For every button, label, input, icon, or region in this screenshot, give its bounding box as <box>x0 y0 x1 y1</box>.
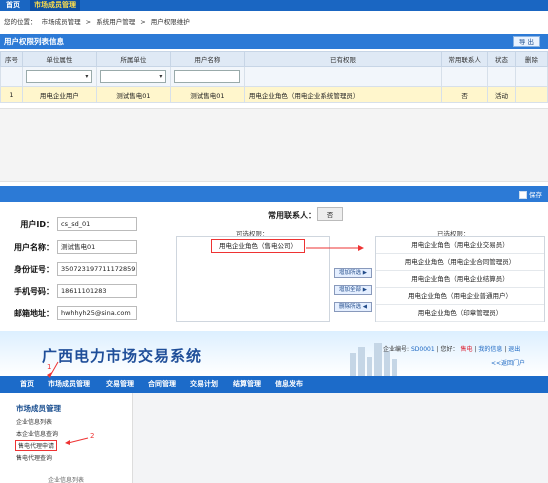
breadcrumb-l1[interactable]: 市场成员管理 <box>42 18 81 26</box>
list-panel-header: 用户权限列表信息 导 出 <box>0 34 548 49</box>
add-all-button[interactable]: 增加全部 ▶ <box>334 285 372 295</box>
chosen-permission-item[interactable]: 用电企业角色（用电企业合同管理员） <box>376 254 544 271</box>
nav-home[interactable]: 首页 <box>6 0 20 11</box>
portal-nav-contracts[interactable]: 合同管理 <box>148 376 176 393</box>
user-no: SD0001 <box>410 346 435 353</box>
annotation-arrow-2 <box>65 437 89 445</box>
menu-item-agent-apply[interactable]: 售电代理申请 <box>15 440 58 451</box>
cell-no: 1 <box>0 86 23 103</box>
cell-delete[interactable] <box>515 86 548 103</box>
col-unit: 所属单位 <box>95 51 171 67</box>
portal-nav-info[interactable]: 信息发布 <box>275 376 303 393</box>
cell-permissions: 用电企业角色（用电企业系统管理员） <box>243 86 443 103</box>
contact-label: 常用联系人： <box>268 211 316 220</box>
user-id-label: 用户ID： <box>20 220 54 229</box>
email-label: 邮箱地址： <box>14 309 54 318</box>
back-to-portal-link[interactable]: <<返回门户 <box>491 358 525 367</box>
empty-table-area <box>0 108 548 182</box>
filter-row: ▾ ▾ <box>0 66 548 87</box>
permission-table: 序号 单位属性 所属单位 用户名称 已有权限 常用联系人 状态 删除 ▾ ▾ 1… <box>0 51 548 103</box>
add-selected-button[interactable]: 增加所选 ▶ <box>334 268 372 278</box>
portal-nav-trading-plan[interactable]: 交易计划 <box>190 376 218 393</box>
save-label: 保存 <box>529 191 542 199</box>
user-name-label: 用户名称： <box>14 243 54 252</box>
unit-select[interactable]: ▾ <box>100 70 167 83</box>
city-skyline-graphic <box>350 343 397 376</box>
partial-menu-item: 企业信息列表 <box>48 477 85 483</box>
user-info: 企业编号: SD0001 | 您好： 售电 | 我的信息 | 退出 <box>383 346 521 353</box>
chosen-permission-item[interactable]: 用电企业角色（印章管理员） <box>376 305 544 322</box>
logout-link[interactable]: 退出 <box>508 346 520 353</box>
user-id-field[interactable]: cs_sd_01 <box>57 217 137 231</box>
id-number-field[interactable]: 350723197711172859 <box>57 262 137 276</box>
breadcrumb-sep: > <box>140 18 146 26</box>
current-user: 售电 <box>460 346 473 353</box>
portal-nav-home[interactable]: 首页 <box>20 376 34 393</box>
user-no-label: 企业编号: <box>383 346 410 353</box>
portal-nav-settlement[interactable]: 结算管理 <box>233 376 261 393</box>
cell-unit-attr: 用电企业用户 <box>21 86 97 103</box>
menu-item-agent-query[interactable]: 售电代理查询 <box>16 453 52 462</box>
cell-unit: 测试售电01 <box>95 86 171 103</box>
menu-item-company-list[interactable]: 企业信息列表 <box>16 417 52 426</box>
portal-nav: 首页 市场成员管理 交易管理 合同管理 交易计划 结算管理 信息发布 <box>0 376 548 393</box>
user-name-filter-input[interactable] <box>174 70 241 83</box>
id-number-label: 身份证号： <box>14 265 54 274</box>
chosen-permission-item[interactable]: 用电企业角色（用电企业普通用户） <box>376 288 544 305</box>
portal-title: 广西电力市场交易系统 <box>42 347 203 365</box>
cell-user-name: 测试售电01 <box>169 86 245 103</box>
remove-selected-button[interactable]: 删除所选 ◀ <box>334 302 372 312</box>
available-permission-item[interactable]: 用电企业角色（售电公司） <box>211 239 305 253</box>
portal-banner: 广西电力市场交易系统 企业编号: SD0001 | 您好： 售电 | 我的信息 … <box>0 331 548 376</box>
chosen-permissions-list: 用电企业角色（用电企业交易员） 用电企业角色（用电企业合同管理员） 用电企业角色… <box>375 236 545 322</box>
top-nav: 首页 市场成员管理 <box>0 0 548 11</box>
phone-label: 手机号码： <box>14 287 54 296</box>
export-button[interactable]: 导 出 <box>512 36 540 47</box>
annotation-marker-1: 1 <box>47 363 52 371</box>
email-field[interactable]: hwhhyh25@sina.com <box>57 306 137 320</box>
content-area <box>132 393 548 483</box>
phone-field[interactable]: 18611101283 <box>57 284 137 298</box>
floppy-disk-icon <box>519 191 527 199</box>
breadcrumb: 您的位置： 市场成员管理 > 系统用户管理 > 用户权限维护 <box>0 14 548 31</box>
breadcrumb-l2[interactable]: 系统用户管理 <box>96 18 135 26</box>
annotation-arrow <box>306 245 364 251</box>
form-toolbar: 保存 <box>0 186 548 202</box>
col-user-name: 用户名称 <box>169 51 245 67</box>
cell-status: 活动 <box>487 86 517 103</box>
col-permissions: 已有权限 <box>243 51 443 67</box>
menu-title: 市场成员管理 <box>16 404 61 413</box>
breadcrumb-prefix: 您的位置： <box>4 18 37 26</box>
menu-item-own-company[interactable]: 本企业信息查询 <box>16 429 58 438</box>
unit-attr-select[interactable]: ▾ <box>26 70 93 83</box>
col-unit-attr: 单位属性 <box>21 51 97 67</box>
chevron-down-icon: ▾ <box>85 73 89 80</box>
col-status: 状态 <box>487 51 517 67</box>
save-button[interactable]: 保存 <box>519 189 542 199</box>
chosen-permission-item[interactable]: 用电企业角色（用电企业交易员） <box>376 237 544 254</box>
annotation-marker-2: 2 <box>90 432 95 440</box>
chosen-permission-item[interactable]: 用电企业角色（用电企业结算员） <box>376 271 544 288</box>
user-name-field[interactable]: 测试售电01 <box>57 240 137 254</box>
col-contact: 常用联系人 <box>441 51 489 67</box>
nav-market-members[interactable]: 市场成员管理 <box>30 0 80 11</box>
col-no: 序号 <box>0 51 23 67</box>
contact-select[interactable]: 否 <box>317 207 343 221</box>
breadcrumb-sep: > <box>85 18 92 26</box>
list-panel-title: 用户权限列表信息 <box>4 37 64 46</box>
chevron-down-icon: ▾ <box>159 73 163 80</box>
my-info-link[interactable]: 我的信息 <box>478 346 502 353</box>
greeting: 您好： <box>440 346 459 353</box>
breadcrumb-l3: 用户权限维护 <box>150 18 190 26</box>
table-row[interactable]: 1 用电企业用户 测试售电01 测试售电01 用电企业角色（用电企业系统管理员）… <box>0 86 548 103</box>
col-delete: 删除 <box>515 51 548 67</box>
portal-nav-trading[interactable]: 交易管理 <box>106 376 134 393</box>
cell-contact: 否 <box>441 86 489 103</box>
